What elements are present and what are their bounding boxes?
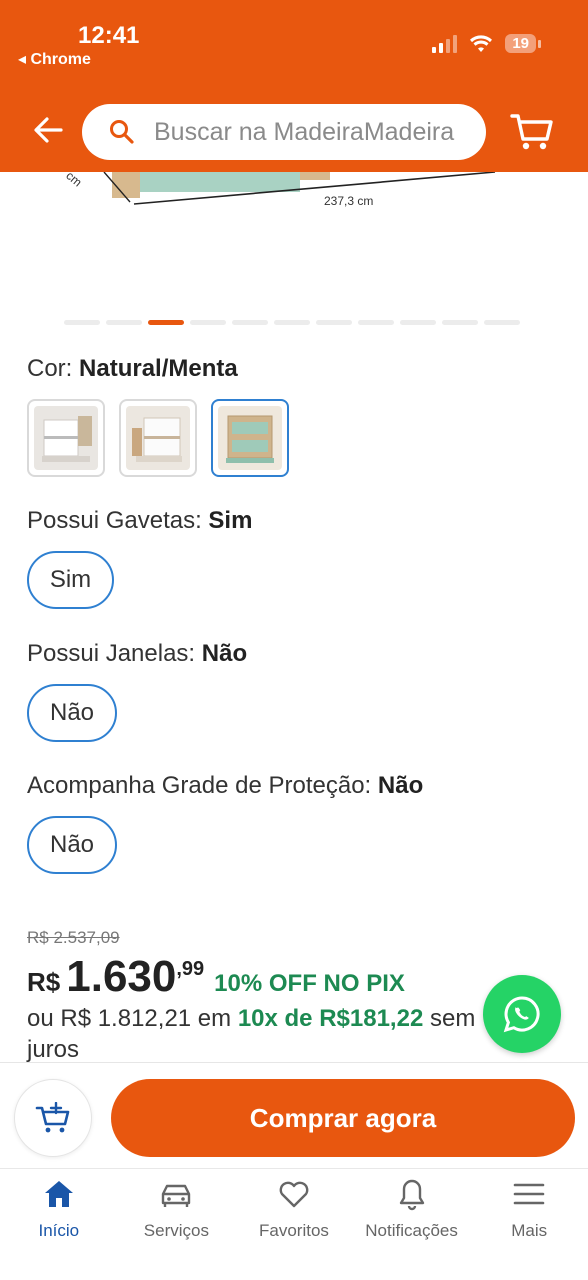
guard-option-nao[interactable]: Não — [27, 816, 117, 874]
tab-label: Notificações — [365, 1221, 458, 1240]
old-price: R$ 2.537,09 — [27, 928, 120, 947]
purchase-action-bar: Comprar agora — [0, 1062, 588, 1168]
windows-label-text: Possui Janelas: — [27, 640, 202, 667]
app-header: 12:41 ◂ Chrome 19 Buscar na MadeiraMadei… — [0, 0, 588, 172]
guard-label-text: Acompanha Grade de Proteção: — [27, 772, 378, 799]
installments-info: ou R$ 1.812,21 em 10x de R$181,22 sem ju… — [27, 1003, 497, 1065]
search-input[interactable]: Buscar na MadeiraMadeira — [82, 104, 486, 160]
cart-add-icon — [35, 1102, 70, 1133]
drawers-option-label: Possui Gavetas: Sim — [27, 507, 252, 535]
bell-icon — [399, 1179, 424, 1211]
guard-value: Não — [377, 772, 424, 799]
tab-label: Serviços — [143, 1221, 209, 1240]
drawers-value: Sim — [208, 507, 253, 534]
arrow-left-icon — [34, 117, 63, 143]
carousel-dot[interactable] — [274, 320, 310, 325]
windows-option-label: Possui Janelas: Não — [27, 640, 247, 668]
price-integer: 1.630 — [66, 952, 177, 1001]
whatsapp-button[interactable] — [483, 975, 561, 1053]
color-swatch-3-selected[interactable] — [211, 399, 289, 477]
color-swatch-1[interactable] — [27, 399, 105, 477]
search-icon — [110, 120, 134, 144]
swatch-image — [126, 406, 190, 470]
color-swatch-2[interactable] — [119, 399, 197, 477]
menu-icon — [513, 1183, 545, 1205]
carousel-dot-active[interactable] — [148, 320, 184, 325]
tab-servicos[interactable]: Serviços — [118, 1169, 236, 1280]
installments-prefix: ou R$ 1.812,21 em — [27, 1005, 238, 1032]
installments-highlight: 10x de R$181,22 — [237, 1005, 424, 1032]
tab-label: Mais — [511, 1221, 548, 1240]
carousel-dot[interactable] — [442, 320, 478, 325]
carousel-dot[interactable] — [484, 320, 520, 325]
dimension-width-label: 237,3 cm — [324, 194, 374, 208]
wifi-icon — [470, 34, 493, 52]
color-swatches — [27, 399, 289, 477]
tab-notificacoes[interactable]: Notificações — [353, 1169, 471, 1280]
product-image — [103, 172, 496, 205]
status-time: 12:41 — [78, 22, 140, 49]
swatch-image — [34, 406, 98, 470]
battery-indicator: 19 — [505, 34, 541, 53]
car-icon — [162, 1184, 191, 1207]
back-to-chrome-link[interactable]: ◂ Chrome — [18, 49, 91, 69]
color-label-text: Cor: — [27, 355, 80, 382]
tab-inicio[interactable]: Início — [0, 1169, 118, 1280]
heart-icon — [279, 1181, 309, 1208]
color-option-label: Cor: Natural/Menta — [27, 355, 238, 383]
status-indicators: 19 — [432, 34, 541, 53]
carousel-dot[interactable] — [64, 320, 100, 325]
add-to-cart-button[interactable] — [14, 1079, 92, 1157]
drawers-option-sim[interactable]: Sim — [27, 551, 114, 609]
home-icon — [44, 1181, 73, 1207]
windows-value: Não — [201, 640, 248, 667]
tab-label: Início — [38, 1221, 80, 1240]
carousel-dot[interactable] — [106, 320, 142, 325]
carousel-dot[interactable] — [232, 320, 268, 325]
whatsapp-icon — [503, 996, 540, 1033]
current-price: R$ 1.630 ,99 10% OFF NO PIX — [27, 952, 405, 1002]
swatch-image — [218, 406, 282, 470]
windows-option-nao[interactable]: Não — [27, 684, 117, 742]
carousel-dot[interactable] — [316, 320, 352, 325]
buy-now-button[interactable]: Comprar agora — [111, 1079, 575, 1157]
carousel-pagination — [64, 320, 520, 325]
tab-mais[interactable]: Mais — [470, 1169, 588, 1280]
price-cents: ,99 — [176, 958, 205, 980]
bottom-tab-bar: Início Serviços Favoritos Notificações M… — [0, 1168, 588, 1280]
guard-option-label: Acompanha Grade de Proteção: Não — [27, 772, 423, 800]
price-currency: R$ — [27, 967, 61, 997]
product-image-carousel[interactable] — [0, 172, 588, 292]
color-value: Natural/Menta — [79, 355, 238, 382]
carousel-dot[interactable] — [400, 320, 436, 325]
pix-discount-badge: 10% OFF NO PIX — [214, 970, 405, 997]
cart-icon — [510, 114, 553, 150]
carousel-dot[interactable] — [358, 320, 394, 325]
drawers-label-text: Possui Gavetas: — [27, 507, 209, 534]
tab-label: Favoritos — [259, 1221, 329, 1240]
back-button[interactable] — [30, 112, 66, 148]
tab-favoritos[interactable]: Favoritos — [235, 1169, 353, 1280]
cart-button[interactable] — [510, 112, 554, 152]
carousel-dot[interactable] — [190, 320, 226, 325]
search-placeholder: Buscar na MadeiraMadeira — [154, 117, 455, 146]
signal-icon — [432, 34, 458, 53]
